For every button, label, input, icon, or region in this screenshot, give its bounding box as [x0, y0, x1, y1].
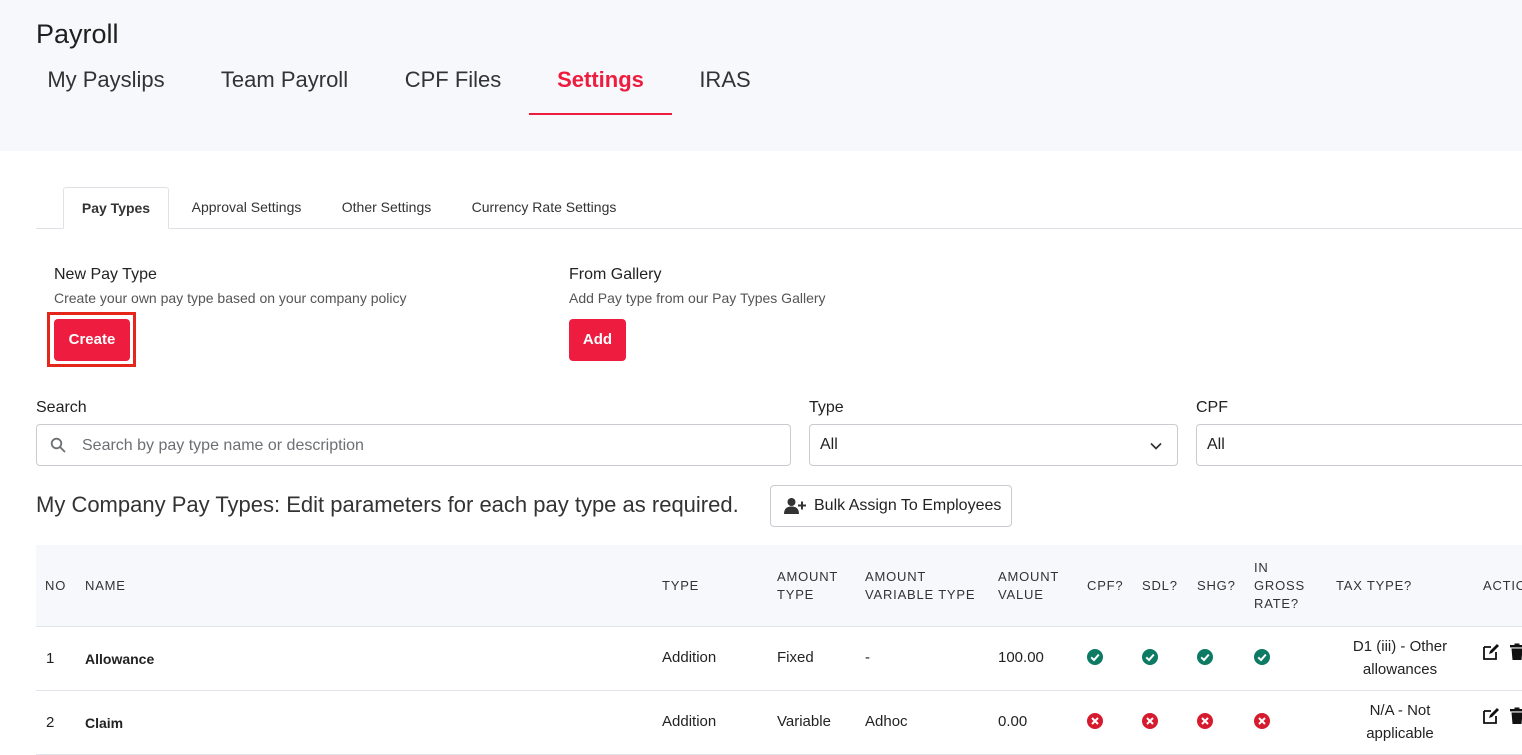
table-header: NO NAME TYPE AMOUNT TYPE AMOUNT VARIABLE…: [36, 545, 1522, 627]
table-row: 1 Allowance Addition Fixed - 100.00 D1 (…: [36, 627, 1522, 691]
x-circle-icon: [1142, 713, 1158, 729]
bulk-assign-label: Bulk Assign To Employees: [814, 497, 1002, 514]
app-title: Payroll: [36, 19, 119, 49]
row-tax-type: N/A - Not applicable: [1335, 699, 1465, 745]
search-label: Search: [36, 399, 87, 416]
row-variable-type: Adhoc: [865, 713, 908, 730]
row-tax-line-2: allowances: [1362, 661, 1438, 678]
edit-icon[interactable]: [1482, 643, 1500, 661]
edit-icon[interactable]: [1482, 707, 1500, 725]
row-amount-value: 0.00: [998, 713, 1028, 730]
settings-sub-tabs: Pay Types Approval Settings Other Settin…: [36, 187, 1522, 229]
x-circle-icon: [1087, 713, 1103, 729]
trash-icon[interactable]: [1508, 707, 1522, 725]
th-cpf: CPF?: [1087, 578, 1124, 593]
chevron-down-icon: [1150, 442, 1162, 450]
th-gross-3: RATE?: [1254, 596, 1299, 611]
tab-other-settings[interactable]: Other Settings: [329, 187, 444, 229]
row-name[interactable]: Claim: [85, 715, 123, 731]
th-no: NO: [45, 578, 67, 593]
bulk-assign-button[interactable]: Bulk Assign To Employees: [770, 485, 1012, 527]
row-amount-type: Fixed: [777, 649, 814, 666]
type-label: Type: [809, 399, 844, 416]
type-select-value: All: [820, 436, 838, 453]
tab-pay-types[interactable]: Pay Types: [63, 187, 169, 229]
add-button[interactable]: Add: [569, 319, 626, 361]
x-circle-icon: [1254, 713, 1270, 729]
row-amount-type: Variable: [777, 713, 831, 730]
tab-my-payslips[interactable]: My Payslips: [45, 60, 167, 115]
from-gallery-title: From Gallery: [569, 266, 662, 283]
row-amount-value: 100.00: [998, 649, 1044, 666]
from-gallery-desc: Add Pay type from our Pay Types Gallery: [569, 290, 826, 306]
tab-iras[interactable]: IRAS: [697, 60, 753, 115]
row-tax-line-1: D1 (iii) - Other: [1352, 638, 1448, 655]
check-circle-icon: [1087, 649, 1103, 665]
page-header: Payroll My Payslips Team Payroll CPF Fil…: [0, 0, 1522, 151]
x-circle-icon: [1197, 713, 1213, 729]
th-amount-value-1: AMOUNT: [998, 569, 1060, 584]
tab-currency-rate-settings[interactable]: Currency Rate Settings: [460, 187, 628, 229]
trash-icon[interactable]: [1508, 643, 1522, 661]
th-action: ACTIO: [1483, 578, 1522, 593]
search-placeholder: Search by pay type name or description: [82, 437, 364, 454]
row-variable-type: -: [865, 649, 870, 666]
row-type: Addition: [662, 713, 717, 730]
th-amount-type-2: TYPE: [777, 587, 815, 602]
th-tax-type: TAX TYPE?: [1336, 578, 1413, 593]
type-select[interactable]: All: [809, 424, 1178, 466]
row-no: 1: [46, 650, 55, 667]
check-circle-icon: [1142, 649, 1158, 665]
search-icon: [50, 437, 66, 453]
row-no: 2: [46, 714, 55, 731]
row-tax-type: D1 (iii) - Other allowances: [1335, 635, 1465, 681]
row-tax-line-2: applicable: [1366, 725, 1434, 742]
check-circle-icon: [1197, 649, 1213, 665]
th-gross-1: IN: [1254, 560, 1269, 575]
cpf-select-value: All: [1207, 436, 1225, 453]
th-type: TYPE: [662, 578, 700, 593]
table-row: 2 Claim Addition Variable Adhoc 0.00 N/A…: [36, 691, 1522, 755]
search-input[interactable]: Search by pay type name or description: [36, 424, 791, 466]
tab-approval-settings[interactable]: Approval Settings: [180, 187, 313, 229]
th-amount-value-2: VALUE: [998, 587, 1044, 602]
cpf-select[interactable]: All: [1196, 424, 1522, 466]
cpf-label: CPF: [1196, 399, 1228, 416]
th-amount-type-1: AMOUNT: [777, 569, 839, 584]
new-pay-type-desc: Create your own pay type based on your c…: [54, 290, 407, 306]
tab-settings[interactable]: Settings: [529, 60, 672, 115]
th-gross-2: GROSS: [1254, 578, 1305, 593]
tab-team-payroll[interactable]: Team Payroll: [218, 60, 351, 115]
th-amount-var-1: AMOUNT: [865, 569, 927, 584]
row-name[interactable]: Allowance: [85, 651, 154, 667]
section-title: My Company Pay Types: Edit parameters fo…: [36, 492, 739, 517]
row-type: Addition: [662, 649, 717, 666]
th-shg: SHG?: [1197, 578, 1236, 593]
th-sdl: SDL?: [1142, 578, 1178, 593]
check-circle-icon: [1254, 649, 1270, 665]
row-tax-line-1: N/A - Not: [1369, 702, 1431, 719]
th-name: NAME: [85, 578, 126, 593]
user-plus-icon: [784, 498, 806, 514]
th-amount-var-2: VARIABLE TYPE: [865, 587, 976, 602]
new-pay-type-title: New Pay Type: [54, 266, 157, 283]
create-button[interactable]: Create: [54, 319, 130, 361]
tab-cpf-files[interactable]: CPF Files: [402, 60, 504, 115]
